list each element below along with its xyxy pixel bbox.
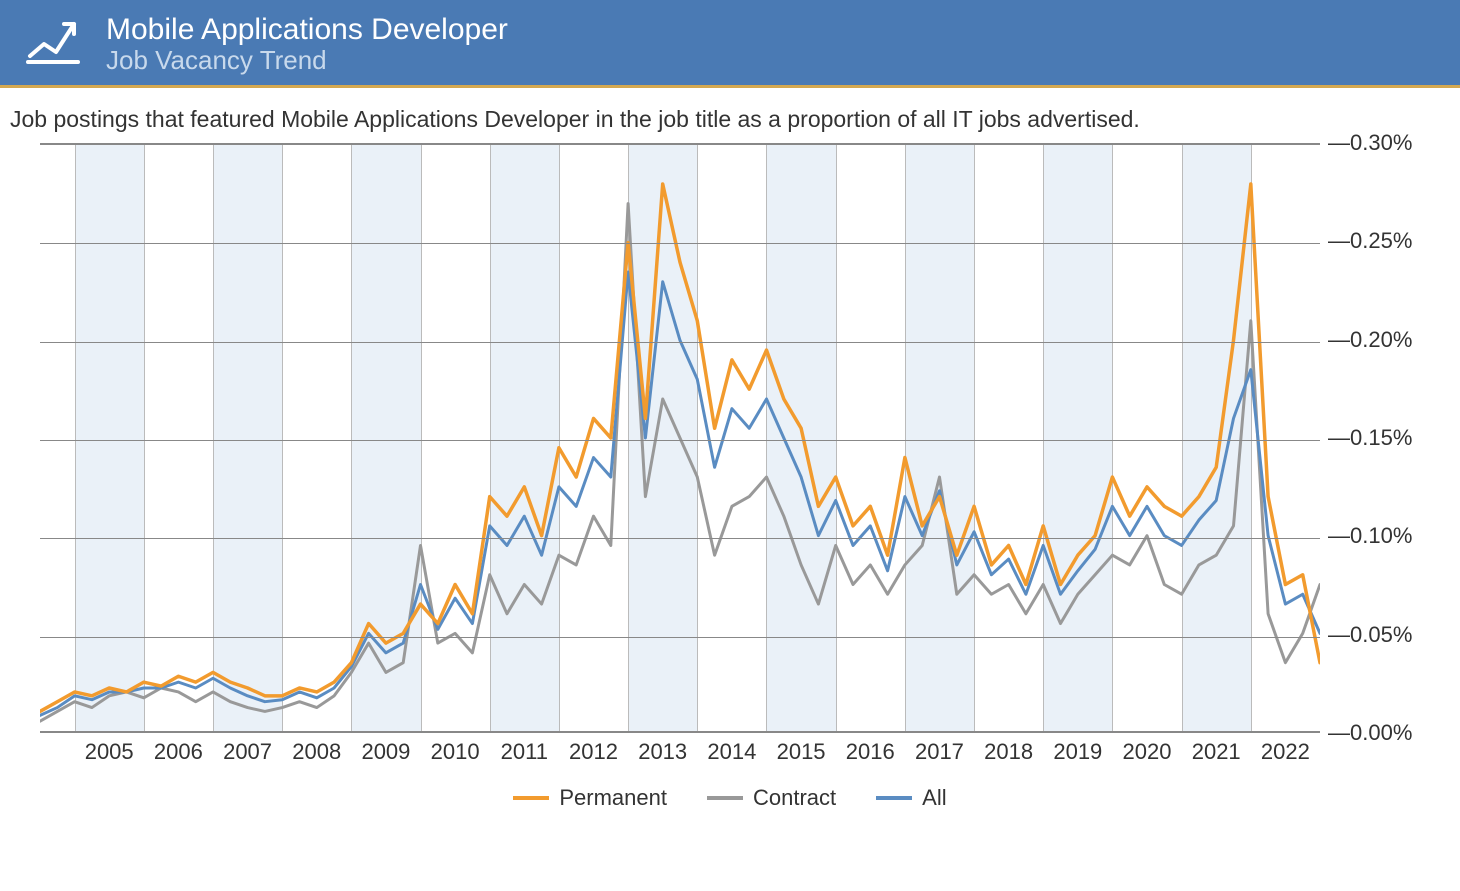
chart-y-tick-label: —0.15% <box>1328 425 1412 451</box>
chart-y-tick-label: —0.10% <box>1328 523 1412 549</box>
chart-x-tick-label: 2009 <box>361 739 410 765</box>
chart-description: Job postings that featured Mobile Applic… <box>0 88 1460 143</box>
page-title: Mobile Applications Developer <box>106 13 508 46</box>
legend-item-contract: Contract <box>707 785 836 811</box>
chart-x-tick-label: 2016 <box>846 739 895 765</box>
chart-y-tick-label: —0.05% <box>1328 622 1412 648</box>
legend-item-permanent: Permanent <box>513 785 667 811</box>
chart-y-tick-label: —0.25% <box>1328 228 1412 254</box>
chart-x-tick-label: 2013 <box>638 739 687 765</box>
chart-lines <box>40 145 1320 731</box>
chart-x-tick-label: 2012 <box>569 739 618 765</box>
chart-y-gridline <box>40 440 1320 441</box>
page-subtitle: Job Vacancy Trend <box>106 46 508 75</box>
series-line-permanent <box>40 184 1320 711</box>
chart-x-tick-label: 2010 <box>431 739 480 765</box>
header-banner: Mobile Applications Developer Job Vacanc… <box>0 0 1460 88</box>
chart-x-tick-label: 2014 <box>707 739 756 765</box>
chart-x-tick-label: 2011 <box>501 739 548 765</box>
chart-x-tick-label: 2015 <box>777 739 826 765</box>
chart-container: Permanent Contract All 2005 2006 2007 2008 2… <box>10 143 1450 831</box>
chart-x-tick-label: 2017 <box>915 739 964 765</box>
series-line-contract <box>40 204 1320 722</box>
chart-y-gridline <box>40 538 1320 539</box>
legend-swatch-contract <box>707 796 743 800</box>
series-line-all <box>40 272 1320 715</box>
chart-x-tick-label: 2020 <box>1123 739 1172 765</box>
legend-label-contract: Contract <box>753 785 836 811</box>
chart-y-tick-label: —0.00% <box>1328 720 1412 746</box>
chart-x-tick-label: 2006 <box>154 739 203 765</box>
header-text: Mobile Applications Developer Job Vacanc… <box>106 13 508 75</box>
chart-plot-area <box>40 143 1320 733</box>
legend-item-all: All <box>876 785 946 811</box>
chart-x-tick-label: 2008 <box>292 739 341 765</box>
chart-x-tick-label: 2005 <box>85 739 134 765</box>
chart-x-tick-label: 2022 <box>1261 739 1310 765</box>
legend-label-all: All <box>922 785 946 811</box>
chart-y-gridline <box>40 637 1320 638</box>
chart-x-tick-label: 2019 <box>1053 739 1102 765</box>
chart-y-gridline <box>40 342 1320 343</box>
legend-swatch-all <box>876 796 912 800</box>
legend-swatch-permanent <box>513 796 549 800</box>
trend-icon <box>24 12 82 75</box>
chart-y-tick-label: —0.20% <box>1328 327 1412 353</box>
chart-y-gridline <box>40 243 1320 244</box>
legend-label-permanent: Permanent <box>559 785 667 811</box>
chart-x-tick-label: 2018 <box>984 739 1033 765</box>
chart-x-tick-label: 2007 <box>223 739 272 765</box>
chart-x-tick-label: 2021 <box>1192 739 1241 765</box>
chart-y-tick-label: —0.30% <box>1328 130 1412 156</box>
